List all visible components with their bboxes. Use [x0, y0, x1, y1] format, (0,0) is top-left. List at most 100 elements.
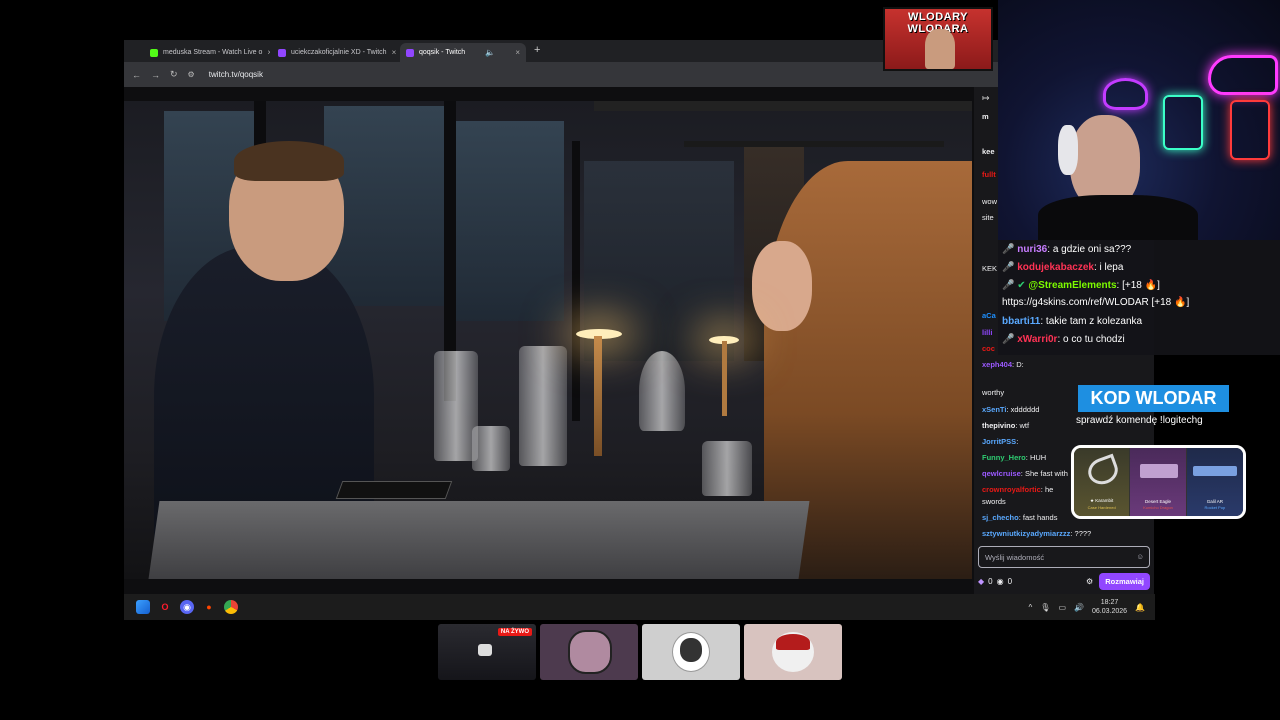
address-bar: ← → ↻ ⚙ twitch.tv/qoqsik	[124, 62, 998, 87]
chat-username[interactable]: lilli	[982, 328, 992, 337]
chat-username[interactable]: thepivino	[982, 421, 1015, 430]
back-icon[interactable]: ←	[132, 70, 141, 80]
reddit-icon[interactable]: ●	[202, 600, 216, 614]
skin-name: ★ Karambit	[1090, 498, 1114, 503]
send-button[interactable]: Rozmawiaj	[1099, 572, 1150, 590]
skin-finish: Case Hardened	[1087, 505, 1116, 510]
rifle-icon	[1192, 466, 1237, 476]
taskbar: O ◉ ● ^ 🎙 ▭ 🔊 18:27 06.03.2026 🔔	[124, 594, 1155, 620]
clock[interactable]: 18:27 06.03.2026	[1092, 598, 1127, 616]
video-player[interactable]	[124, 101, 972, 579]
overlay-message: a gdzie oni sa???	[1052, 244, 1132, 255]
chat-username[interactable]: Funny_Hero	[982, 453, 1026, 462]
points-count: 0	[1007, 576, 1013, 586]
notification-icon[interactable]: 🔔	[1135, 603, 1145, 612]
overlay-username: bbarti11	[1002, 316, 1041, 327]
scene-thumbnail-face[interactable]	[540, 624, 638, 680]
chat-username[interactable]: xeph404	[982, 360, 1012, 369]
chat-username[interactable]: fullt	[982, 170, 996, 179]
network-icon[interactable]: ▭	[1058, 603, 1066, 612]
overlay-username: xWarri0r	[1017, 334, 1058, 345]
chat-message: fast hands	[1022, 513, 1058, 522]
opera-icon[interactable]: O	[158, 600, 172, 614]
channel-logo: WLODARY WLODARA	[883, 7, 993, 71]
live-badge: NA ŻYWO	[497, 628, 532, 636]
forward-icon[interactable]: →	[151, 70, 160, 80]
bits-count: 0	[988, 576, 993, 586]
promo-code-title: KOD WLODAR	[1078, 385, 1229, 412]
promo-subtitle: sprawdź komendę !logitechg	[1076, 415, 1203, 426]
tab-label: uciekczakoficjalnie XD - Twitch	[291, 49, 387, 56]
chat-message: HUH	[1029, 453, 1047, 462]
chat-username[interactable]: aCa	[982, 311, 996, 320]
kick-icon	[150, 48, 158, 57]
chat-message: D:	[1016, 360, 1024, 369]
chat-input[interactable]: Wyślij wiadomość ☺	[978, 546, 1150, 568]
chat-message: site	[982, 213, 994, 222]
scene-thumbnail-stream[interactable]: NA ŻYWO	[438, 624, 536, 680]
twitch-icon	[406, 48, 414, 57]
chat-message: xdddddd	[1010, 405, 1040, 414]
chat-username[interactable]: xSenTi	[982, 405, 1006, 414]
chat-message: swords	[982, 497, 1006, 506]
skin-finish: Kumicho Dragon	[1143, 505, 1173, 510]
tab-label: meduska Stream - Watch Live o	[163, 49, 263, 56]
tab-bar: meduska Stream - Watch Live o × uciekcza…	[124, 40, 998, 62]
overlay-message: i lepa	[1099, 262, 1124, 273]
chat-message: KEK	[982, 264, 998, 273]
chat-username[interactable]: sztywniutkizyadymiarzzz	[982, 529, 1070, 538]
tab-meduska[interactable]: meduska Stream - Watch Live o ×	[144, 43, 270, 62]
chat-username[interactable]: crownroyalfortic	[982, 485, 1041, 494]
tab-qoqsik[interactable]: qoqsik - Twitch 🔈 ×	[400, 43, 526, 62]
speaker-icon[interactable]: 🔈	[485, 48, 495, 57]
bits-icon[interactable]: ◆	[978, 577, 984, 586]
chat-message: he	[1044, 485, 1054, 494]
overlay-chat: 🎤 nuri36: a gdzie oni sa??? 🎤 kodujekaba…	[998, 240, 1280, 355]
chrome-icon[interactable]	[224, 600, 238, 614]
discord-icon[interactable]: ◉	[180, 600, 194, 614]
overlay-message: takie tam z kolezanka	[1045, 316, 1143, 327]
close-icon[interactable]: ×	[392, 48, 397, 57]
volume-icon[interactable]: 🔊	[1074, 603, 1084, 612]
chat-message: worthy	[982, 388, 1005, 397]
chevron-up-icon[interactable]: ^	[1029, 603, 1033, 612]
site-settings-icon[interactable]: ⚙	[188, 70, 195, 79]
chat-message: kee	[982, 147, 995, 156]
channel-points-icon[interactable]: ◉	[997, 577, 1004, 586]
tab-label: qoqsik - Twitch	[419, 49, 466, 56]
chat-username[interactable]: coc	[982, 344, 995, 353]
chat-username[interactable]: qewlcruise	[982, 469, 1021, 478]
pistol-icon	[1140, 464, 1179, 478]
scene-thumbnail-hat[interactable]	[744, 624, 842, 680]
chat-username[interactable]: sj_checho	[982, 513, 1019, 522]
collapse-chat-icon[interactable]: ↦	[982, 93, 990, 104]
system-tray: ^ 🎙 ▭ 🔊 18:27 06.03.2026 🔔	[1029, 598, 1145, 616]
chat-username[interactable]: m	[982, 112, 989, 121]
new-tab-button[interactable]: +	[534, 44, 540, 56]
gear-icon[interactable]: ⚙	[1086, 577, 1093, 586]
emote-icon[interactable]: ☺	[1136, 552, 1144, 561]
skin-finish: Rocket Pop	[1204, 505, 1226, 510]
chat-bubble-icon	[478, 644, 492, 656]
windows-start-icon[interactable]	[136, 600, 150, 614]
skin-card: Desert Eagle Kumicho Dragon	[1130, 448, 1187, 516]
chat-input-placeholder: Wyślij wiadomość	[985, 553, 1045, 562]
close-icon[interactable]: ×	[267, 48, 270, 57]
skin-name: Desert Eagle	[1145, 499, 1172, 504]
overlay-message: [+18 🔥]	[1122, 280, 1160, 291]
url-field[interactable]: twitch.tv/qoqsik	[209, 70, 263, 79]
chat-username[interactable]: JorritPSS	[982, 437, 1016, 446]
close-icon[interactable]: ×	[515, 48, 520, 57]
reload-icon[interactable]: ↻	[170, 69, 178, 80]
scene-thumbnail-avatar[interactable]	[642, 624, 740, 680]
verified-icon: ✔	[1017, 280, 1026, 291]
overlay-username: kodujekabaczek	[1017, 262, 1094, 273]
clock-time: 18:27	[1100, 599, 1119, 606]
overlay-message: o co tu chodzi	[1063, 334, 1125, 345]
tab-uciekczak[interactable]: uciekczakoficjalnie XD - Twitch ×	[272, 43, 398, 62]
skin-name: Galil AR	[1206, 499, 1223, 504]
chat-actions: ◆ 0 ◉ 0 ⚙ Rozmawiaj	[978, 572, 1150, 590]
clock-date: 06.03.2026	[1091, 608, 1128, 615]
microphone-icon[interactable]: 🎙	[1040, 603, 1050, 612]
webcam-feed	[998, 0, 1280, 240]
